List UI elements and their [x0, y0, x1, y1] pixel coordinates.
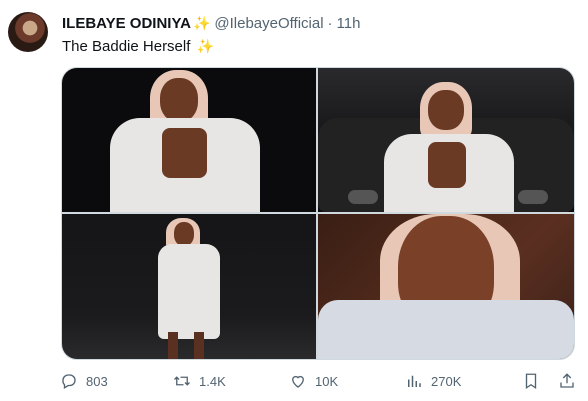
- author-handle[interactable]: @IlebayeOfficial: [214, 15, 323, 32]
- photo-3[interactable]: [62, 214, 316, 359]
- bookmark-icon: [525, 373, 537, 390]
- photo-4[interactable]: [318, 214, 574, 359]
- retweet-count: 1.4K: [199, 373, 226, 389]
- like-icon: [292, 375, 304, 388]
- photo-2[interactable]: [318, 68, 574, 212]
- views-button[interactable]: 270K: [405, 371, 461, 391]
- sparkles-emoji: ✨: [192, 14, 211, 31]
- tweet-timestamp[interactable]: 11h: [337, 15, 361, 32]
- author-name[interactable]: ILEBAYE ODINIYA: [62, 15, 191, 32]
- like-count: 10K: [315, 373, 339, 389]
- bookmark-button[interactable]: [522, 371, 548, 391]
- reply-count: 803: [86, 373, 108, 389]
- views-icon: [408, 375, 421, 387]
- media-grid: [61, 67, 575, 360]
- tweet-header: ILEBAYE ODINIYA ✨ @IlebayeOfficial · 11h: [62, 13, 360, 33]
- like-button[interactable]: 10K: [289, 371, 338, 391]
- share-button[interactable]: [558, 371, 584, 391]
- avatar[interactable]: [8, 12, 48, 52]
- tweet-text: The Baddie Herself ✨: [62, 38, 214, 55]
- tweet-text-body: The Baddie Herself: [62, 38, 191, 55]
- views-count: 270K: [431, 373, 462, 389]
- retweet-button[interactable]: 1.4K: [173, 371, 226, 391]
- reply-button[interactable]: 803: [60, 371, 108, 391]
- retweet-icon: [174, 376, 190, 386]
- action-bar: 803 1.4K 10K 270K: [60, 371, 580, 391]
- sparkles-emoji: ✨: [196, 38, 215, 54]
- photo-1[interactable]: [62, 68, 316, 212]
- share-icon: [560, 373, 574, 388]
- reply-icon: [62, 374, 76, 389]
- separator-dot: ·: [327, 14, 333, 32]
